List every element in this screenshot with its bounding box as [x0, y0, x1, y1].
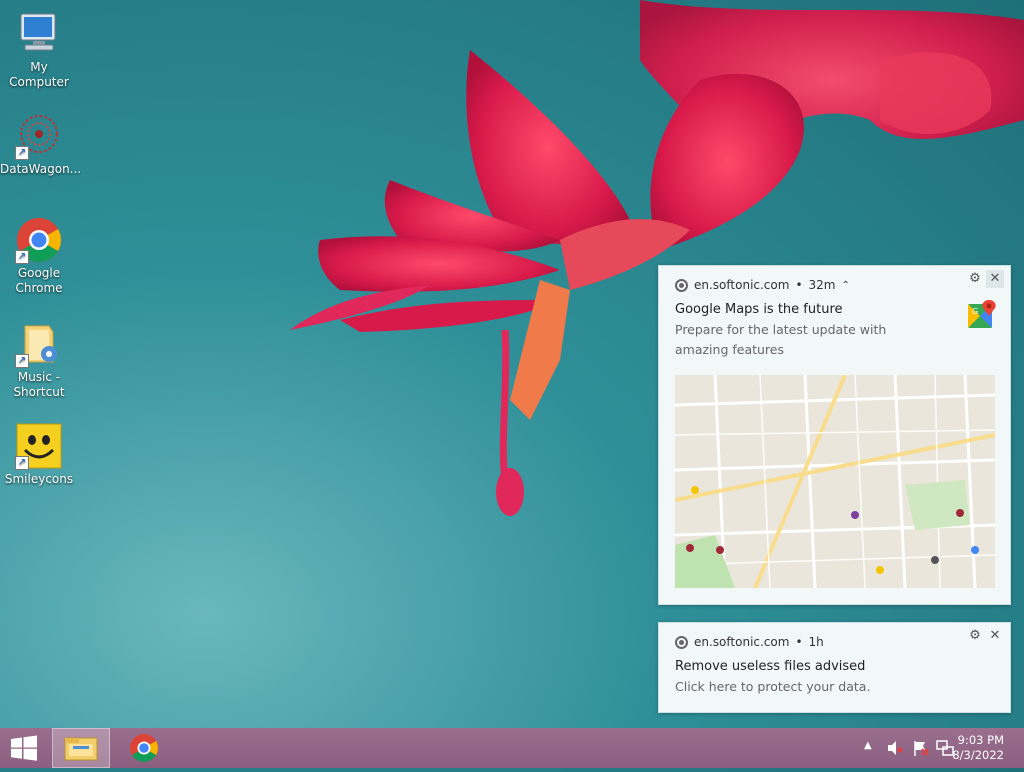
- smiley-icon: ↗: [15, 422, 63, 470]
- computer-icon: [15, 10, 63, 58]
- gear-icon[interactable]: ⚙: [966, 270, 984, 288]
- chevron-up-icon[interactable]: ⌃: [841, 280, 849, 291]
- clock-time: 9:03 PM: [957, 733, 1004, 747]
- notification-time: 32m: [808, 278, 836, 292]
- close-icon[interactable]: ✕: [986, 627, 1004, 645]
- notification-map-image[interactable]: [675, 375, 995, 588]
- file-explorer-taskbar-button[interactable]: [52, 728, 110, 768]
- windows-logo-icon: [11, 735, 37, 761]
- gear-icon[interactable]: ⚙: [966, 627, 984, 645]
- close-icon[interactable]: ✕: [986, 270, 1004, 288]
- shortcut-arrow-icon: ↗: [15, 146, 29, 160]
- notification-title: Google Maps is the future: [675, 302, 843, 317]
- desktop-icon-music-shortcut[interactable]: ↗ Music - Shortcut: [0, 320, 78, 400]
- chrome-small-icon: [675, 278, 688, 292]
- file-explorer-icon: [64, 737, 98, 761]
- desktop-icon-smileycons[interactable]: ↗ Smileycons: [0, 422, 78, 487]
- notification-body: Prepare for the latest update with amazi…: [675, 322, 887, 357]
- notification-source: en.softonic.com: [694, 635, 790, 649]
- notification-time: 1h: [808, 635, 824, 649]
- desktop-icon-datawagon[interactable]: ↗ DataWagon...: [0, 112, 82, 177]
- notification-controls: ⚙ ✕: [966, 270, 1004, 288]
- desktop-icon-google-chrome[interactable]: ↗ Google Chrome: [0, 216, 78, 296]
- chrome-icon: ↗: [15, 216, 63, 264]
- notification-body: Click here to protect your data.: [675, 679, 871, 694]
- clock-date: 8/3/2022: [952, 748, 1004, 762]
- volume-muted-icon[interactable]: [886, 739, 904, 761]
- dot-separator: •: [795, 635, 803, 649]
- music-folder-icon: ↗: [15, 320, 63, 368]
- notification-source: en.softonic.com: [694, 278, 790, 292]
- shortcut-arrow-icon: ↗: [15, 250, 29, 264]
- svg-text:G: G: [972, 307, 978, 316]
- desktop-icon-label: Google Chrome: [15, 266, 63, 295]
- desktop-icon-label: Music - Shortcut: [13, 370, 65, 399]
- notification-source-row: en.softonic.com • 1h: [675, 635, 824, 649]
- datawagon-icon: ↗: [15, 112, 63, 160]
- chrome-taskbar-button[interactable]: [116, 728, 172, 768]
- notification-google-maps[interactable]: en.softonic.com • 32m ⌃ ⚙ ✕ Google Maps …: [658, 265, 1011, 605]
- desktop-icon-label: My Computer: [9, 60, 69, 89]
- start-button[interactable]: [0, 728, 48, 768]
- notification-controls: ⚙ ✕: [966, 627, 1004, 645]
- desktop-icon-label: DataWagon...: [0, 162, 82, 176]
- shortcut-arrow-icon: ↗: [15, 456, 29, 470]
- dot-separator: •: [795, 278, 803, 292]
- taskbar: ▲ 9:03 PM 8/3/2022: [0, 728, 1024, 768]
- chrome-icon: [130, 734, 158, 762]
- network-icon[interactable]: [936, 739, 954, 761]
- notification-title: Remove useless files advised: [675, 659, 866, 674]
- google-maps-icon: G: [967, 300, 997, 330]
- desktop-icon-label: Smileycons: [4, 472, 74, 486]
- notification-remove-files[interactable]: en.softonic.com • 1h ⚙ ✕ Remove useless …: [658, 622, 1011, 713]
- chrome-small-icon: [675, 635, 688, 649]
- action-center-flag-icon[interactable]: [912, 739, 930, 761]
- taskbar-clock[interactable]: 9:03 PM 8/3/2022: [952, 733, 1004, 763]
- notification-source-row: en.softonic.com • 32m ⌃: [675, 278, 850, 292]
- system-tray: ▲ 9:03 PM 8/3/2022: [844, 728, 1024, 768]
- show-hidden-icons[interactable]: ▲: [864, 740, 872, 751]
- shortcut-arrow-icon: ↗: [15, 354, 29, 368]
- desktop-icon-my-computer[interactable]: My Computer: [0, 10, 78, 90]
